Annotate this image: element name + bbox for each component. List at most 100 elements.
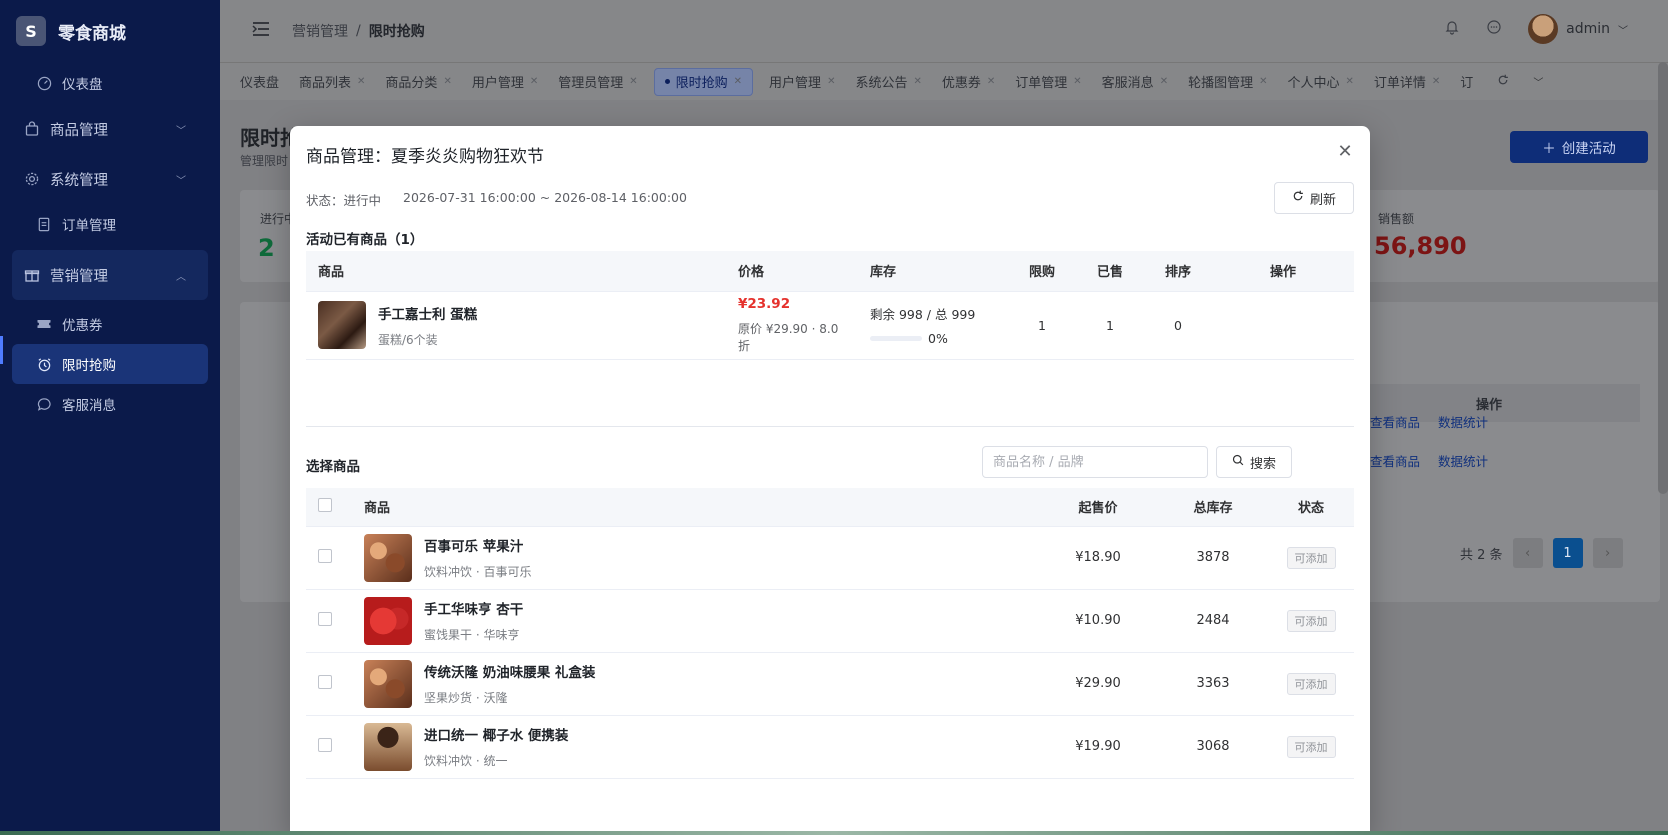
tab-goods-list[interactable]: 商品列表 ✕ bbox=[289, 68, 375, 96]
table-row: 百事可乐 苹果汁 饮料冲饮 · 百事可乐 ¥18.90 3878 可添加 bbox=[306, 526, 1354, 590]
goods-cell: 百事可乐 苹果汁 饮料冲饮 · 百事可乐 bbox=[352, 526, 1038, 590]
gift-icon bbox=[24, 267, 40, 283]
tab-label: 用户管理 bbox=[769, 76, 822, 91]
tab-admins[interactable]: 管理员管理 ✕ bbox=[548, 68, 647, 96]
tab-dashboard[interactable]: 仪表盘 bbox=[230, 68, 289, 96]
close-icon[interactable]: ✕ bbox=[1160, 76, 1168, 87]
stats-link[interactable]: 数据统计 bbox=[1438, 412, 1488, 431]
user-menu[interactable]: admin ﹀ bbox=[1528, 14, 1628, 44]
close-icon[interactable]: ✕ bbox=[1259, 76, 1267, 87]
view-goods-link[interactable]: 查看商品 bbox=[1370, 451, 1420, 470]
search-input[interactable] bbox=[982, 446, 1208, 478]
tab-announcement[interactable]: 系统公告 ✕ bbox=[845, 68, 931, 96]
sidebar-item-goods[interactable]: 商品管理 ﹀ bbox=[0, 104, 220, 154]
close-icon[interactable]: ✕ bbox=[1432, 76, 1440, 87]
close-icon[interactable]: ✕ bbox=[443, 76, 451, 87]
menu-toggle-icon[interactable] bbox=[252, 21, 270, 41]
row-checkbox[interactable] bbox=[318, 737, 332, 752]
message-icon[interactable] bbox=[1486, 19, 1502, 39]
goods-category-brand: 蜜饯果干 · 华味亨 bbox=[424, 628, 520, 642]
goods-cell: 传统沃隆 奶油味腰果 礼盒装 坚果炒货 · 沃隆 bbox=[352, 652, 1038, 716]
column-header: 商品 bbox=[306, 251, 726, 292]
tab-order-detail[interactable]: 订单详情 ✕ bbox=[1364, 68, 1450, 96]
close-icon[interactable]: ✕ bbox=[1073, 76, 1081, 87]
sidebar-item-coupon[interactable]: 优惠券 bbox=[0, 304, 220, 344]
close-icon[interactable]: ✕ bbox=[987, 76, 995, 87]
tab-service[interactable]: 客服消息 ✕ bbox=[1092, 68, 1178, 96]
row-checkbox[interactable] bbox=[318, 674, 332, 689]
table-row-actions: 查看商品 数据统计 bbox=[1370, 451, 1488, 470]
close-icon[interactable]: ✕ bbox=[357, 76, 365, 87]
table-row: 传统沃隆 奶油味腰果 礼盒装 坚果炒货 · 沃隆 ¥29.90 3363 可添加 bbox=[306, 652, 1354, 716]
page-button[interactable]: 1 bbox=[1552, 538, 1583, 568]
existing-goods-title: 活动已有商品（1） bbox=[306, 232, 424, 248]
tabs-bar: 仪表盘 商品列表 ✕ 商品分类 ✕ 用户管理 ✕ 管理员管理 ✕ 限时抢购 ✕ 用户管理 ✕… bbox=[220, 62, 1668, 100]
select-all-checkbox[interactable] bbox=[318, 497, 332, 512]
close-icon[interactable]: ✕ bbox=[1334, 140, 1356, 162]
checkbox-cell bbox=[306, 652, 352, 716]
sidebar-item-dashboard[interactable]: 仪表盘 bbox=[0, 62, 220, 104]
stats-link[interactable]: 数据统计 bbox=[1438, 451, 1488, 470]
sidebar: S 零食商城 仪表盘 商品管理 ﹀ 系统管理 ﹀ 订单管理 营销管理 ︿ 优惠券… bbox=[0, 0, 220, 835]
tab-banner[interactable]: 轮播图管理 ✕ bbox=[1178, 68, 1277, 96]
stock-progress-bar bbox=[870, 336, 922, 341]
close-icon[interactable]: ✕ bbox=[1346, 76, 1354, 87]
sidebar-item-label: 营销管理 bbox=[50, 268, 108, 285]
next-page-button[interactable]: › bbox=[1592, 538, 1623, 568]
chevron-down-icon[interactable]: ﹀ bbox=[1533, 74, 1543, 89]
button-label: 搜索 bbox=[1249, 456, 1276, 472]
status-badge: 可添加 bbox=[1286, 735, 1336, 758]
tab-flash-sale[interactable]: 限时抢购 ✕ bbox=[653, 67, 754, 96]
pager-total: 共 2 条 bbox=[1460, 547, 1503, 563]
goods-image bbox=[364, 722, 412, 771]
tab-users[interactable]: 用户管理 ✕ bbox=[462, 68, 548, 96]
close-icon[interactable]: ✕ bbox=[530, 76, 538, 87]
breadcrumb-item[interactable]: 营销管理 bbox=[292, 21, 348, 41]
tab-coupon[interactable]: 优惠券 ✕ bbox=[932, 68, 1005, 96]
goods-category-brand: 饮料冲饮 · 统一 bbox=[424, 754, 508, 768]
sidebar-item-service[interactable]: 客服消息 bbox=[0, 384, 220, 424]
action-cell bbox=[1212, 291, 1354, 360]
sidebar-item-flash-sale[interactable]: 限时抢购 bbox=[12, 344, 208, 384]
desktop-strip bbox=[0, 831, 1668, 835]
bell-icon[interactable] bbox=[1444, 19, 1460, 39]
flash-price: ¥23.92 bbox=[738, 296, 791, 312]
close-icon[interactable]: ✕ bbox=[913, 76, 921, 87]
scrollbar[interactable] bbox=[1658, 62, 1668, 494]
sidebar-item-label: 订单管理 bbox=[62, 218, 116, 234]
tab-partial[interactable]: 订 bbox=[1450, 68, 1483, 96]
sidebar-item-marketing[interactable]: 营销管理 ︿ bbox=[12, 250, 208, 300]
column-header: 总库存 bbox=[1158, 488, 1268, 527]
close-icon[interactable]: ✕ bbox=[734, 76, 742, 87]
row-checkbox[interactable] bbox=[318, 548, 332, 563]
goods-name: 传统沃隆 奶油味腰果 礼盒装 bbox=[424, 665, 596, 681]
tab-label: 订 bbox=[1460, 76, 1474, 91]
close-icon[interactable]: ✕ bbox=[827, 76, 835, 87]
tab-category[interactable]: 商品分类 ✕ bbox=[375, 68, 461, 96]
close-icon[interactable]: ✕ bbox=[629, 76, 637, 87]
stock-cell: 剩余 998 / 总 999 0% bbox=[858, 291, 1008, 360]
sidebar-item-system[interactable]: 系统管理 ﹀ bbox=[0, 154, 220, 204]
row-checkbox[interactable] bbox=[318, 611, 332, 626]
divider bbox=[306, 426, 1354, 427]
active-indicator bbox=[0, 336, 3, 364]
tab-label: 客服消息 bbox=[1101, 76, 1154, 91]
chat-icon bbox=[36, 396, 52, 412]
search-icon bbox=[1232, 454, 1244, 470]
refresh-button[interactable]: 刷新 bbox=[1274, 182, 1354, 214]
tab-label: 订单管理 bbox=[1015, 76, 1068, 91]
avatar bbox=[1528, 14, 1559, 44]
breadcrumb-current: 限时抢购 bbox=[368, 24, 425, 40]
stat-card-sales: 销售额 56,890 bbox=[1360, 190, 1660, 282]
tab-orders[interactable]: 订单管理 ✕ bbox=[1005, 68, 1091, 96]
tab-profile[interactable]: 个人中心 ✕ bbox=[1277, 68, 1363, 96]
view-goods-link[interactable]: 查看商品 bbox=[1370, 412, 1420, 431]
search-button[interactable]: 搜索 bbox=[1216, 446, 1292, 478]
tab-users-2[interactable]: 用户管理 ✕ bbox=[759, 68, 845, 96]
create-activity-button[interactable]: ＋ 创建活动 bbox=[1510, 131, 1648, 163]
prev-page-button[interactable]: ‹ bbox=[1512, 538, 1543, 568]
sidebar-item-label: 系统管理 bbox=[50, 172, 108, 189]
sidebar-item-orders[interactable]: 订单管理 bbox=[0, 204, 220, 244]
chevron-down-icon: ﹀ bbox=[176, 175, 186, 187]
refresh-tabs-icon[interactable] bbox=[1497, 74, 1509, 90]
